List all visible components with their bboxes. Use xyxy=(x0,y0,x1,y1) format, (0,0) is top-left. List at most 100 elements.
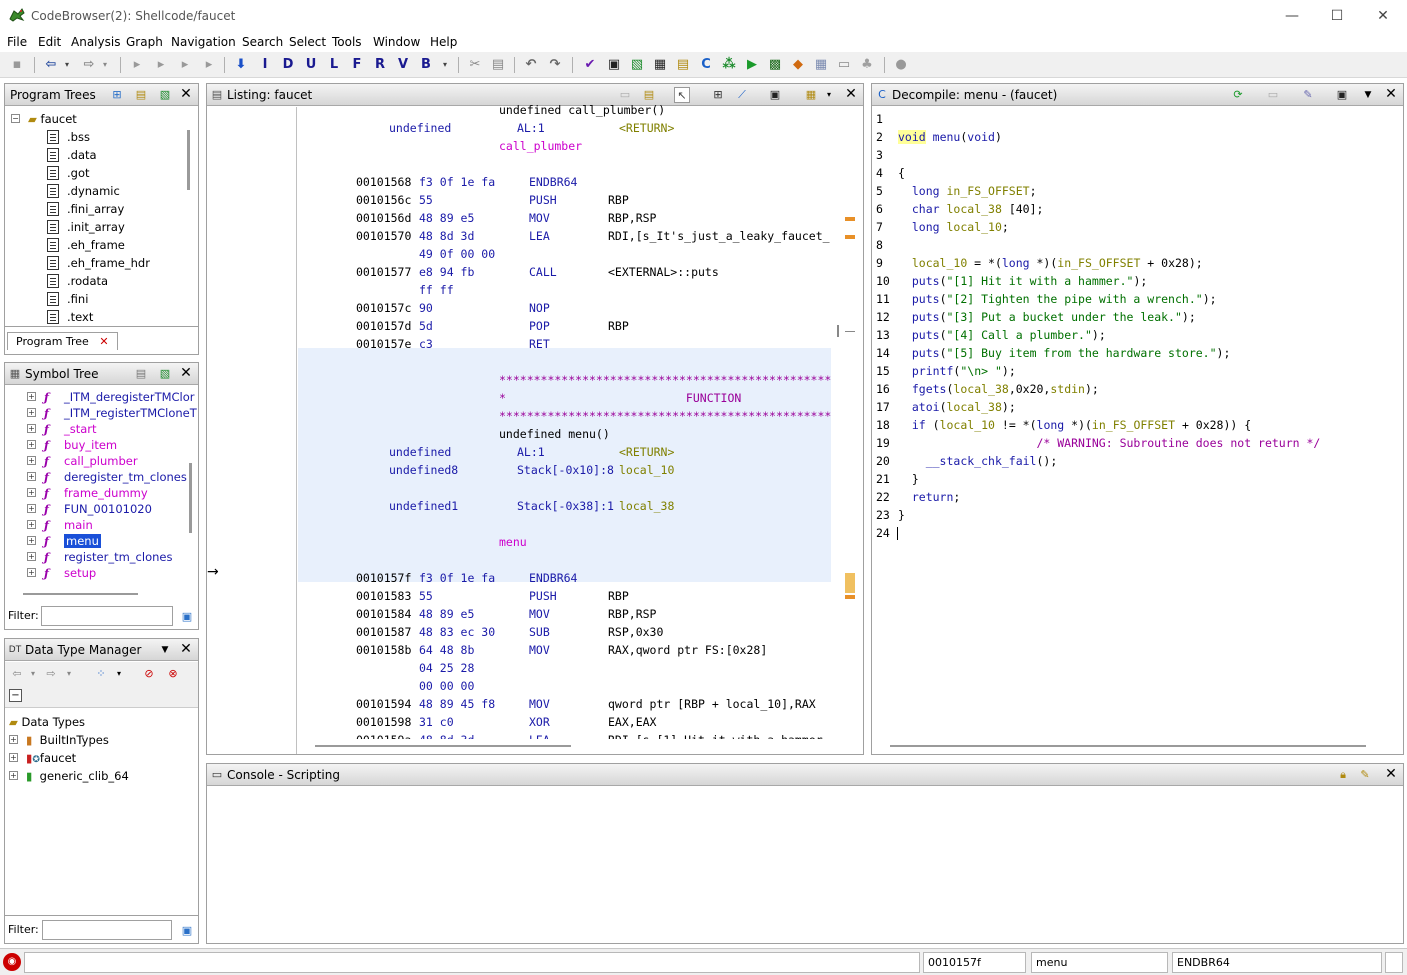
tree-item[interactable]: .text xyxy=(47,308,93,326)
console-output[interactable] xyxy=(207,787,1403,943)
program-tree-scrollbar[interactable] xyxy=(187,130,190,190)
nav-data-button[interactable]: D xyxy=(279,56,297,74)
decompile-line[interactable]: puts("[5] Buy item from the hardware sto… xyxy=(898,344,1231,362)
decompile-line[interactable]: printf("\n> "); xyxy=(898,362,1016,380)
close-decompile-icon[interactable]: ✕ xyxy=(1383,86,1399,102)
tree-item[interactable]: .fini xyxy=(47,290,88,308)
tree-item[interactable]: .dynamic xyxy=(47,182,120,200)
nav-function-button[interactable]: F xyxy=(348,56,366,74)
decompile-line[interactable]: fgets(local_38,0x20,stdin); xyxy=(898,380,1099,398)
nav-next-icon[interactable]: ▸ xyxy=(152,56,170,74)
menu-select[interactable]: Select xyxy=(289,35,326,49)
decompile-line[interactable] xyxy=(898,236,912,254)
dtm-filter-arrays-icon[interactable]: ⊘ xyxy=(141,666,157,682)
close-program-trees-icon[interactable]: ✕ xyxy=(178,86,194,102)
decompile-menu-dropdown-icon[interactable]: ▼ xyxy=(1360,87,1376,103)
diamond-icon[interactable]: ◆ xyxy=(789,56,807,74)
dt-filter-input[interactable] xyxy=(42,920,172,940)
minimize-button[interactable]: — xyxy=(1279,6,1305,26)
close-data-type-manager-icon[interactable]: ✕ xyxy=(178,641,194,657)
nav-prev-icon[interactable]: ▸ xyxy=(128,56,146,74)
decompile-hscroll[interactable] xyxy=(890,745,1366,747)
decompile-line[interactable]: } xyxy=(898,470,919,488)
ghidra-status-icon[interactable]: ◉ xyxy=(3,953,21,971)
clear-console-icon[interactable]: ✎ xyxy=(1357,767,1373,783)
symbol-filter-input[interactable] xyxy=(41,606,173,626)
menu-tools[interactable]: Tools xyxy=(332,35,362,49)
decompile-line[interactable]: __stack_chk_fail(); xyxy=(898,452,1058,470)
menu-analysis[interactable]: Analysis xyxy=(71,35,120,49)
dt-item[interactable]: + ▮ generic_clib_64 xyxy=(9,767,129,785)
dtm-arrange-dropdown-icon[interactable]: ▾ xyxy=(111,666,127,682)
close-listing-icon[interactable]: ✕ xyxy=(843,86,859,102)
symbol-item[interactable]: + ƒ setup xyxy=(27,564,96,582)
menu-file[interactable]: File xyxy=(7,35,27,49)
nav-label-button[interactable]: L xyxy=(325,56,343,74)
symbol-tree-vscroll[interactable] xyxy=(189,463,192,533)
redo-icon[interactable]: ↷ xyxy=(546,56,564,74)
script-manager-icon[interactable]: ▩ xyxy=(766,56,784,74)
bookmark-dropdown-icon[interactable]: ▾ xyxy=(436,56,454,74)
collapse-all-icon[interactable]: − xyxy=(9,689,22,702)
decompile-line[interactable]: puts("[2] Tighten the pipe with a wrench… xyxy=(898,290,1217,308)
dtm-forward-dropdown-icon[interactable]: ▾ xyxy=(61,666,77,682)
copy-decompile-icon[interactable]: ▭ xyxy=(1265,87,1281,103)
listing-hscroll[interactable] xyxy=(315,745,571,747)
new-folder-icon[interactable]: ⊞ xyxy=(109,87,125,103)
checkmark-icon[interactable]: ✔ xyxy=(581,56,599,74)
close-window-button[interactable]: ✕ xyxy=(1370,6,1396,26)
paste-icon[interactable]: ▤ xyxy=(489,56,507,74)
refresh-tree-icon[interactable]: ▧ xyxy=(157,87,173,103)
filter-options-icon[interactable]: ▣ xyxy=(179,609,195,625)
menu-window[interactable]: Window xyxy=(373,35,420,49)
decompile-line[interactable]: puts("[4] Call a plumber."); xyxy=(898,326,1106,344)
edit-signature-icon[interactable]: ✎ xyxy=(1300,87,1316,103)
tree-item[interactable]: .bss xyxy=(47,128,90,146)
dt-item[interactable]: + ▮ BuiltInTypes xyxy=(9,731,109,749)
dtm-menu-dropdown-icon[interactable]: ▼ xyxy=(157,642,173,658)
scroll-lock-icon[interactable]: 🔒︎ xyxy=(1335,767,1351,783)
menu-graph[interactable]: Graph xyxy=(126,35,163,49)
open-folder-icon[interactable]: ▤ xyxy=(133,87,149,103)
listing-content[interactable]: undefined call_plumber() undefined AL:1 <RE… xyxy=(298,101,831,739)
listing-scroll-thumb[interactable] xyxy=(837,325,839,337)
tree-item[interactable]: .rodata xyxy=(47,272,108,290)
down-arrow-icon[interactable]: ⬇ xyxy=(232,56,250,74)
decompile-line[interactable]: long in_FS_OFFSET; xyxy=(898,182,1037,200)
dt-item[interactable]: + ▮✪faucet xyxy=(9,749,76,767)
dt-root[interactable]: ▰ Data Types xyxy=(9,713,85,731)
create-namespace-icon[interactable]: ▤ xyxy=(133,366,149,382)
save-icon[interactable]: ▪ xyxy=(8,56,26,74)
decompile-line[interactable]: puts("[1] Hit it with a hammer."); xyxy=(898,272,1147,290)
nav-func-icon[interactable]: ▸ xyxy=(176,56,194,74)
decompile-line[interactable]: void menu(void) xyxy=(898,128,1002,146)
decompile-line[interactable]: } xyxy=(898,506,905,524)
back-dropdown-icon[interactable]: ▾ xyxy=(58,56,76,74)
tree-item[interactable]: .eh_frame_hdr xyxy=(47,254,150,272)
window-icon[interactable]: ▭ xyxy=(835,56,853,74)
tree-icon[interactable]: ♣ xyxy=(858,56,876,74)
close-tab-icon[interactable]: ✕ xyxy=(99,335,108,348)
symbol-tree-hscroll[interactable] xyxy=(23,593,138,595)
maximize-button[interactable]: ☐ xyxy=(1324,6,1350,26)
tree-item[interactable]: .fini_array xyxy=(47,200,124,218)
dtm-forward-icon[interactable]: ⇨ xyxy=(43,666,59,682)
decompile-snapshot-icon[interactable]: ▣ xyxy=(1334,87,1350,103)
dtm-arrange-icon[interactable]: ⁘ xyxy=(93,666,109,682)
menu-search[interactable]: Search xyxy=(242,35,283,49)
overview-bar[interactable] xyxy=(831,107,863,754)
dt-filter-options-icon[interactable]: ▣ xyxy=(179,923,195,939)
tree-item[interactable]: .init_array xyxy=(47,218,125,236)
close-console-icon[interactable]: ✕ xyxy=(1383,766,1399,782)
decompile-content[interactable]: 1 2 void menu(void) 3 4{5 long in_FS_OFFSET;… xyxy=(872,110,1403,730)
tree-item[interactable]: .data xyxy=(47,146,97,164)
cut-icon[interactable]: ✂ xyxy=(466,56,484,74)
decompile-line[interactable]: if (local_10 != *(long *)(in_FS_OFFSET +… xyxy=(898,416,1251,434)
forward-dropdown-icon[interactable]: ▾ xyxy=(96,56,114,74)
decompile-line[interactable]: long local_10; xyxy=(898,218,1009,236)
menu-help[interactable]: Help xyxy=(430,35,457,49)
dtm-filter-pointers-icon[interactable]: ⊗ xyxy=(165,666,181,682)
decompile-line[interactable]: char local_38 [40]; xyxy=(898,200,1044,218)
bytes-icon[interactable]: ▣ xyxy=(605,56,623,74)
dtm-back-icon[interactable]: ⇦ xyxy=(9,666,25,682)
